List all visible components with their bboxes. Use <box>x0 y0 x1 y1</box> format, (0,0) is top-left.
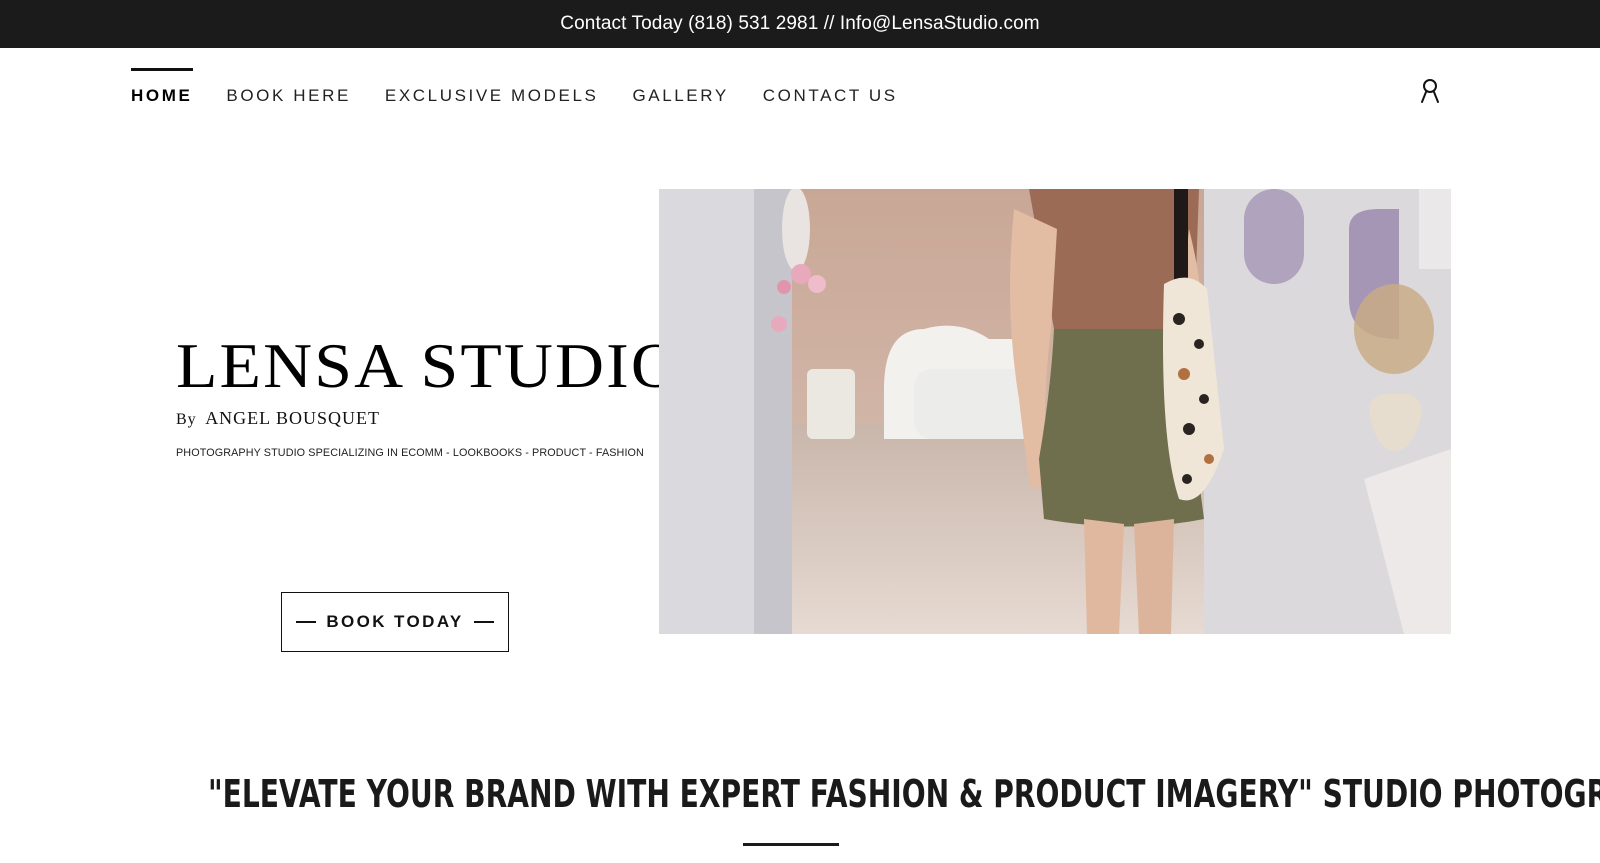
logo-tagline: PHOTOGRAPHY STUDIO SPECIALIZING IN ECOMM… <box>176 447 644 459</box>
nav-item-label: EXCLUSIVE MODELS <box>384 86 599 105</box>
nav-item-label: BOOK HERE <box>226 86 351 105</box>
top-contact-bar: Contact Today (818) 531 2981 // Info@Len… <box>0 0 1600 48</box>
nav-item-home[interactable]: HOME <box>131 68 193 106</box>
button-dash-right <box>473 621 494 623</box>
nav-item-contact-us[interactable]: CONTACT US <box>763 68 898 106</box>
top-contact-text: Contact Today (818) 531 2981 // Info@Len… <box>560 13 1040 34</box>
book-today-button[interactable]: BOOK TODAY <box>281 592 509 652</box>
account-button[interactable] <box>1418 78 1442 104</box>
hero-photo <box>659 189 1451 634</box>
nav-item-label: CONTACT US <box>762 86 898 105</box>
hero-photo-illustration <box>659 189 1451 634</box>
logo-byline-name: ANGEL BOUSQUET <box>205 408 381 428</box>
logo-byline: By ANGEL BOUSQUET <box>176 408 626 429</box>
main-nav: HOME BOOK HERE EXCLUSIVE MODELS GALLERY … <box>131 68 932 108</box>
book-today-label: BOOK TODAY <box>326 612 464 631</box>
button-dash-left <box>296 621 317 623</box>
section-headline: "ELEVATE YOUR BRAND WITH EXPERT FASHION … <box>208 772 1600 816</box>
headline-divider <box>743 843 839 846</box>
nav-item-label: GALLERY <box>632 86 729 105</box>
user-icon <box>1421 79 1439 103</box>
nav-item-gallery[interactable]: GALLERY <box>632 68 728 106</box>
nav-item-exclusive-models[interactable]: EXCLUSIVE MODELS <box>385 68 599 106</box>
logo-by: By <box>176 411 197 428</box>
nav-active-underline <box>131 68 193 71</box>
nav-item-book-here[interactable]: BOOK HERE <box>226 68 350 106</box>
logo-title: LENSA STUDIO <box>176 330 682 401</box>
nav-item-label: HOME <box>131 86 193 105</box>
brand-logo: LENSA STUDIO By ANGEL BOUSQUET PHOTOGRAP… <box>176 334 680 460</box>
